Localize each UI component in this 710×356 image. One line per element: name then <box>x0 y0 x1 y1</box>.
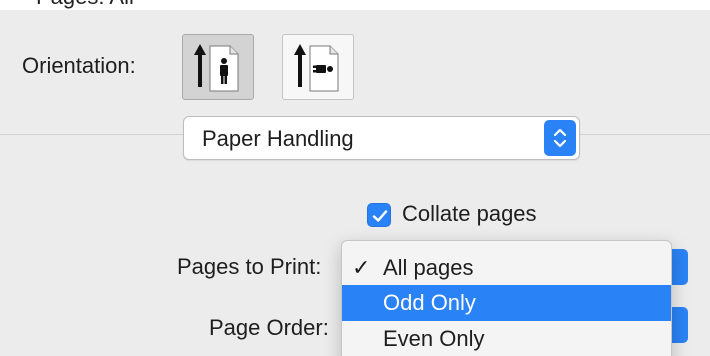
menu-item-label: Odd Only <box>383 290 476 315</box>
menu-item-label: All pages <box>383 255 474 280</box>
collate-checkbox[interactable] <box>367 203 391 227</box>
print-dialog: Pages: All Orientation: <box>0 0 710 356</box>
popup-stepper[interactable] <box>544 120 576 156</box>
menu-item-odd-only[interactable]: Odd Only <box>342 285 671 321</box>
landscape-orientation-icon <box>294 44 339 92</box>
orientation-landscape-button[interactable] <box>282 34 354 100</box>
page-order-label: Page Order: <box>209 315 329 340</box>
orientation-label: Orientation: <box>22 53 136 78</box>
chevron-up-down-icon <box>553 128 567 148</box>
top-heading-crop: Pages: All <box>0 0 710 10</box>
collate-label[interactable]: Collate pages <box>402 200 537 228</box>
portrait-orientation-icon <box>194 44 239 92</box>
menu-item-checkmark-icon: ✓ <box>352 255 371 280</box>
pages-to-print-label: Pages to Print: <box>177 254 322 279</box>
orientation-portrait-button[interactable] <box>182 34 254 100</box>
top-heading: Pages: All <box>36 0 134 8</box>
menu-item-label: Even Only <box>383 326 485 351</box>
menu-item-even-only[interactable]: Even Only <box>342 321 671 356</box>
pages-to-print-menu: ✓ All pages Odd Only Even Only <box>341 240 672 356</box>
menu-item-all-pages[interactable]: ✓ All pages <box>342 250 671 286</box>
checkmark-icon <box>372 210 388 222</box>
section-popup-button[interactable]: Paper Handling <box>183 116 580 160</box>
section-popup-value: Paper Handling <box>202 126 354 151</box>
